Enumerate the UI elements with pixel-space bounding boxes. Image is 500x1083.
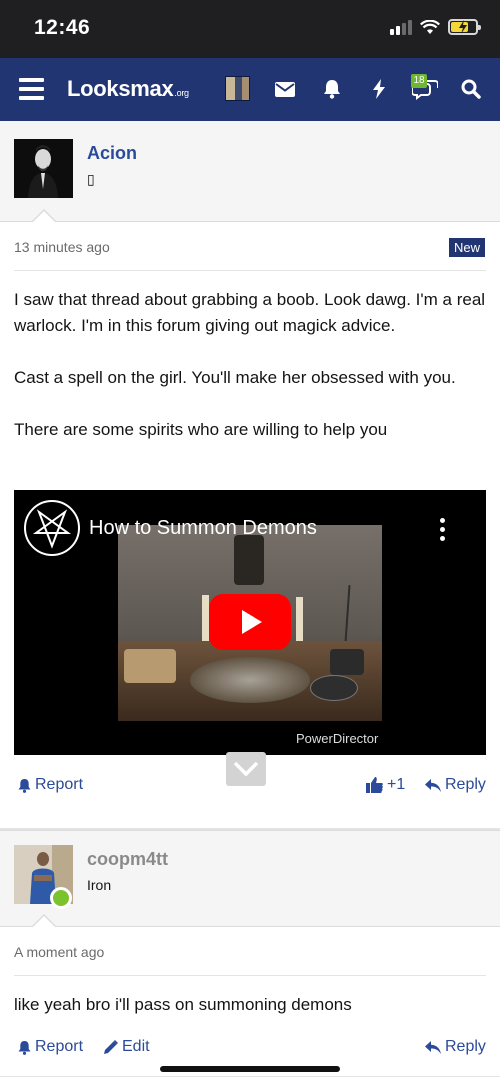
logo-suffix: .org: [174, 88, 189, 98]
bell-icon: [18, 1040, 31, 1055]
video-title[interactable]: How to Summon Demons: [89, 517, 317, 540]
top-navbar: Looksmax.org: [0, 58, 500, 121]
pencil-icon: [104, 1040, 118, 1054]
user-title: Iron: [87, 877, 112, 893]
new-badge: New: [448, 238, 485, 257]
thumbs-up-icon: [366, 777, 383, 793]
header-pointer-fill: [32, 211, 56, 223]
site-logo[interactable]: Looksmax.org: [67, 76, 189, 102]
reply-arrow-icon: [425, 1040, 441, 1054]
report-label: Report: [35, 776, 84, 793]
avatar[interactable]: [14, 139, 73, 198]
reply-label: Reply: [445, 1038, 486, 1055]
username[interactable]: Acion: [87, 143, 137, 164]
user-title: ▯: [87, 171, 95, 187]
post-author-header: coopm4tt Iron: [0, 830, 500, 927]
post-paragraph: Cast a spell on the girl. You'll make he…: [14, 368, 456, 387]
online-status-indicator: [50, 887, 72, 909]
logo-text: Looksmax: [67, 76, 174, 101]
reply-arrow-icon: [425, 778, 441, 792]
conversations-badge: 18: [411, 74, 427, 88]
bolt-icon[interactable]: [366, 76, 392, 102]
kebab-menu-icon[interactable]: [440, 518, 446, 545]
play-icon[interactable]: [209, 594, 291, 650]
divider: [14, 975, 486, 976]
reply-button[interactable]: Reply: [425, 776, 486, 794]
post-time[interactable]: 13 minutes ago: [14, 239, 110, 255]
chevron-down-icon[interactable]: [226, 752, 266, 786]
post-content: I saw that thread about grabbing a boob.…: [14, 287, 486, 443]
post-content: like yeah bro i'll pass on summoning dem…: [14, 992, 486, 1018]
post-paragraph: like yeah bro i'll pass on summoning dem…: [14, 995, 352, 1014]
bell-icon: [18, 778, 31, 793]
search-icon[interactable]: [458, 76, 484, 102]
wifi-icon: [420, 19, 440, 34]
envelope-icon[interactable]: [272, 76, 298, 102]
divider: [14, 270, 486, 271]
video-watermark: PowerDirector: [296, 731, 379, 746]
reaction-count: +1: [387, 776, 406, 793]
report-button[interactable]: Report: [18, 776, 83, 794]
reply-label: Reply: [445, 776, 486, 793]
embedded-video[interactable]: How to Summon Demons PowerDirector: [14, 490, 486, 755]
bottom-divider: [0, 1076, 500, 1077]
edit-label: Edit: [122, 1038, 150, 1055]
report-button[interactable]: Report: [18, 1038, 83, 1056]
like-button[interactable]: +1: [366, 776, 405, 794]
home-indicator[interactable]: [160, 1066, 340, 1072]
menu-icon[interactable]: [19, 78, 44, 100]
status-icons: [390, 19, 481, 35]
post-paragraph: There are some spirits who are willing t…: [14, 420, 388, 439]
report-label: Report: [35, 1038, 84, 1055]
post-paragraph: I saw that thread about grabbing a boob.…: [14, 290, 486, 335]
username[interactable]: coopm4tt: [87, 849, 168, 870]
status-bar: 12:46: [0, 0, 500, 58]
cellular-signal-icon: [390, 19, 412, 35]
header-pointer-fill: [32, 916, 56, 928]
post-time[interactable]: A moment ago: [14, 944, 104, 960]
pentagram-icon: [24, 500, 80, 556]
edit-button[interactable]: Edit: [104, 1038, 150, 1056]
reply-button[interactable]: Reply: [425, 1038, 486, 1056]
bell-icon[interactable]: [319, 76, 345, 102]
battery-icon: [448, 19, 481, 35]
post-author-header: Acion ▯: [0, 121, 500, 222]
account-avatar[interactable]: [225, 76, 250, 101]
status-time: 12:46: [34, 16, 91, 39]
